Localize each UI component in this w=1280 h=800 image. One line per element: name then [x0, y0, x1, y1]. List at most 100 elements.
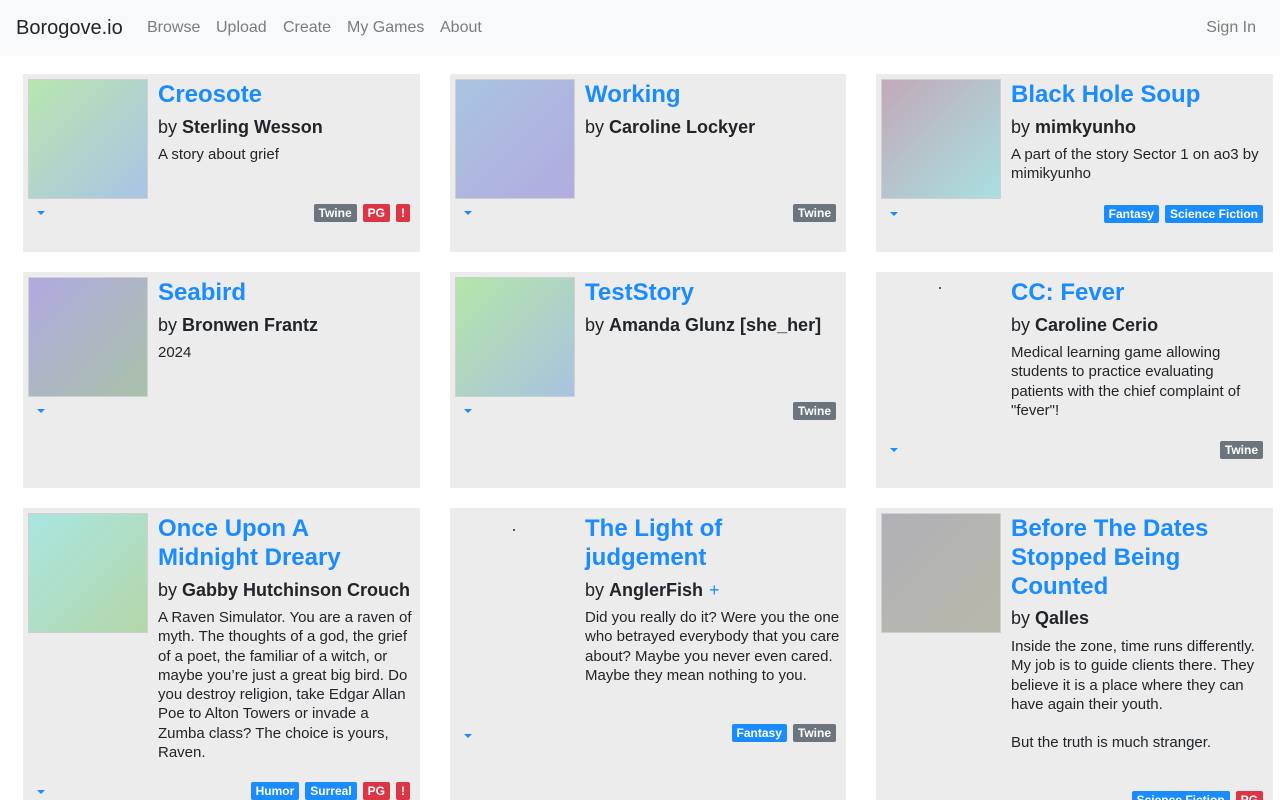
- game-byline: by Bronwen Frantz: [158, 314, 318, 336]
- caret-down-icon[interactable]: [464, 211, 472, 215]
- game-description: 2024: [158, 343, 416, 362]
- game-description: A story about grief: [158, 145, 416, 164]
- game-card[interactable]: Once Upon A Midnight Dreary by Gabby Hut…: [23, 508, 420, 800]
- by-label: by: [1011, 315, 1031, 335]
- description-paragraph: Did you really do it? Were you the one w…: [585, 609, 840, 684]
- caret-down-icon[interactable]: [890, 212, 898, 216]
- caret-down-icon[interactable]: [464, 409, 472, 413]
- game-title[interactable]: Seabird: [158, 278, 413, 307]
- game-title[interactable]: Working: [585, 80, 840, 109]
- tag-list: Twine: [792, 402, 836, 420]
- warning-badge: !: [396, 782, 410, 800]
- game-author[interactable]: Caroline Cerio: [1035, 315, 1158, 335]
- game-author[interactable]: Bronwen Frantz: [182, 315, 318, 335]
- caret-down-icon[interactable]: [37, 790, 45, 794]
- game-byline: by Caroline Lockyer: [585, 116, 755, 138]
- game-card[interactable]: Before The Dates Stopped Being Counted b…: [876, 508, 1273, 800]
- by-label: by: [585, 580, 605, 600]
- game-byline: by Gabby Hutchinson Crouch: [158, 579, 410, 601]
- description-paragraph: A part of the story Sector 1 on ao3 by m…: [1011, 146, 1259, 183]
- sign-in-link[interactable]: Sign In: [1206, 18, 1256, 38]
- game-card[interactable]: The Light of judgement by AnglerFish + Di…: [450, 508, 846, 800]
- tag-badge[interactable]: Science Fiction: [1164, 205, 1263, 223]
- nav-link-about[interactable]: About: [440, 18, 482, 38]
- tag-badge[interactable]: Twine: [792, 724, 836, 742]
- tag-badge[interactable]: Fantasy: [1103, 205, 1159, 223]
- game-byline: by Qalles: [1011, 607, 1089, 629]
- tag-badge[interactable]: Twine: [792, 402, 836, 420]
- description-paragraph: 2024: [158, 344, 192, 361]
- by-label: by: [158, 315, 178, 335]
- tag-badge[interactable]: Fantasy: [731, 724, 787, 742]
- broken-image-icon: [939, 287, 941, 289]
- game-card[interactable]: Creosote by Sterling Wesson A story abou…: [23, 74, 420, 252]
- tag-badge[interactable]: Twine: [1219, 441, 1263, 459]
- nav-link-create[interactable]: Create: [283, 18, 331, 38]
- game-author[interactable]: Qalles: [1035, 608, 1089, 628]
- game-byline: by mimkyunho: [1011, 116, 1136, 138]
- game-cover-image[interactable]: [455, 79, 575, 199]
- game-cover-image[interactable]: [881, 513, 1001, 633]
- rating-badge: PG: [362, 782, 390, 800]
- caret-down-icon[interactable]: [464, 734, 472, 738]
- nav-link-browse[interactable]: Browse: [147, 18, 200, 38]
- game-title[interactable]: Black Hole Soup: [1011, 80, 1266, 109]
- by-label: by: [158, 117, 178, 137]
- caret-down-icon[interactable]: [37, 211, 45, 215]
- caret-down-icon[interactable]: [890, 448, 898, 452]
- game-title[interactable]: CC: Fever: [1011, 278, 1266, 307]
- game-card[interactable]: TestStory by Amanda Glunz [she_her] Twin…: [450, 272, 846, 488]
- game-author[interactable]: mimkyunho: [1035, 117, 1136, 137]
- by-label: by: [585, 117, 605, 137]
- game-title[interactable]: Creosote: [158, 80, 413, 109]
- game-author[interactable]: AnglerFish: [609, 580, 703, 600]
- game-description: Did you really do it? Were you the one w…: [585, 608, 843, 685]
- game-title[interactable]: TestStory: [585, 278, 840, 307]
- nav-link-upload[interactable]: Upload: [216, 18, 267, 38]
- tag-badge[interactable]: Surreal: [305, 782, 357, 800]
- game-cover-image[interactable]: [455, 513, 575, 633]
- game-author[interactable]: Gabby Hutchinson Crouch: [182, 580, 410, 600]
- description-paragraph: But the truth is much stranger.: [1011, 734, 1212, 752]
- description-paragraph: A story about grief: [158, 146, 279, 163]
- broken-image-icon: [513, 529, 515, 531]
- game-title[interactable]: The Light of judgement: [585, 514, 840, 572]
- game-cover-image[interactable]: [28, 513, 148, 633]
- tag-list: Twine: [1219, 441, 1263, 459]
- game-cover-image[interactable]: [881, 79, 1001, 199]
- game-author[interactable]: Caroline Lockyer: [609, 117, 755, 137]
- nav-link-my-games[interactable]: My Games: [347, 18, 424, 38]
- add-author-button[interactable]: +: [709, 580, 720, 600]
- tag-badge[interactable]: Science Fiction: [1131, 791, 1230, 800]
- game-title[interactable]: Once Upon A Midnight Dreary: [158, 514, 413, 572]
- game-cover-image[interactable]: [28, 79, 148, 199]
- tag-badge[interactable]: Humor: [250, 782, 300, 800]
- by-label: by: [158, 580, 178, 600]
- game-cover-image[interactable]: [881, 277, 1001, 397]
- description-paragraph: A Raven Simulator. You are a raven of my…: [158, 609, 412, 762]
- tag-badge[interactable]: Twine: [313, 204, 357, 222]
- game-description: A Raven Simulator. You are a raven of my…: [158, 608, 416, 762]
- rating-badge: PG: [1235, 791, 1263, 800]
- rating-badge: PG: [362, 204, 390, 222]
- game-cover-image[interactable]: [28, 277, 148, 397]
- game-card[interactable]: Seabird by Bronwen Frantz 2024: [23, 272, 420, 488]
- game-title[interactable]: Before The Dates Stopped Being Counted: [1011, 514, 1266, 601]
- caret-down-icon[interactable]: [37, 409, 45, 413]
- tag-list: Humor Surreal PG !: [250, 782, 410, 800]
- tag-list: Twine PG !: [313, 204, 410, 222]
- game-card[interactable]: CC: Fever by Caroline Cerio Medical lear…: [876, 272, 1273, 488]
- game-author[interactable]: Sterling Wesson: [182, 117, 323, 137]
- game-author[interactable]: Amanda Glunz [she_her]: [609, 315, 821, 335]
- game-cover-image[interactable]: [455, 277, 575, 397]
- game-description: Medical learning game allowing students …: [1011, 343, 1269, 420]
- game-byline: by Sterling Wesson: [158, 116, 323, 138]
- tag-badge[interactable]: Twine: [792, 204, 836, 222]
- game-card[interactable]: Black Hole Soup by mimkyunho A part of t…: [876, 74, 1273, 252]
- brand-link[interactable]: Borogove.io: [16, 17, 123, 39]
- game-byline: by Amanda Glunz [she_her]: [585, 314, 821, 336]
- game-byline: by AnglerFish +: [585, 579, 720, 601]
- warning-badge: !: [396, 204, 410, 222]
- by-label: by: [1011, 608, 1031, 628]
- game-card[interactable]: Working by Caroline Lockyer Twine: [450, 74, 846, 252]
